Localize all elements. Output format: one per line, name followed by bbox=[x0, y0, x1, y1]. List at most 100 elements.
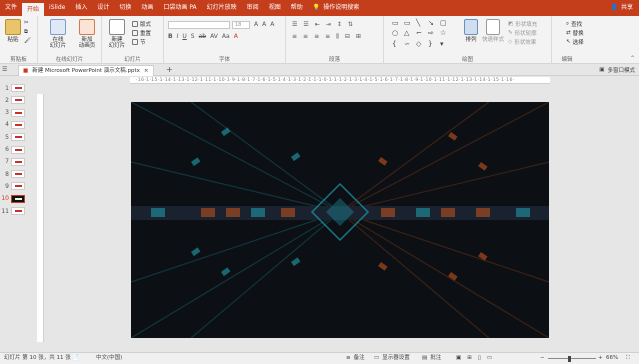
more-shapes-icon[interactable]: ▾ bbox=[440, 40, 450, 49]
rounded-rect-shape-icon[interactable]: ▢ bbox=[440, 19, 450, 28]
font-size-field[interactable]: 18 bbox=[232, 21, 250, 29]
shrink-font-icon[interactable]: A bbox=[262, 21, 266, 28]
spellcheck-icon[interactable]: 📄 bbox=[72, 353, 79, 364]
tab-4[interactable]: 设计 bbox=[92, 0, 114, 16]
multi-window-button[interactable]: ▣ 多窗口模式 bbox=[599, 66, 635, 74]
justify-icon[interactable]: ≡ bbox=[325, 33, 330, 41]
notes-button[interactable]: ≡ 备注 bbox=[346, 353, 365, 364]
quick-styles-button[interactable]: 快速样式 bbox=[480, 19, 506, 43]
tab-1[interactable]: 开始 bbox=[22, 3, 45, 16]
align-right-icon[interactable]: ≡ bbox=[314, 33, 319, 41]
rect-shape-icon[interactable]: ▭ bbox=[404, 19, 414, 28]
slide-thumbnail[interactable]: 8 bbox=[0, 168, 30, 180]
new-slide-button[interactable]: 新建 幻灯片 bbox=[105, 19, 129, 49]
close-tab-icon[interactable]: × bbox=[144, 66, 149, 76]
display-settings-button[interactable]: ▭ 显示器设置 bbox=[374, 353, 410, 364]
section-button[interactable]: 节 bbox=[132, 38, 146, 46]
right-arrow-shape-icon[interactable]: ⇨ bbox=[428, 29, 438, 38]
select-button[interactable]: ↖ 选择 bbox=[566, 38, 584, 46]
tab-9[interactable]: 审阅 bbox=[242, 0, 264, 16]
slide-thumbnail[interactable]: 2 bbox=[0, 94, 30, 106]
oval-shape-icon[interactable]: ○ bbox=[392, 29, 402, 38]
reading-view-icon[interactable]: ▯ bbox=[478, 353, 481, 364]
comments-button[interactable]: ▤ 批注 bbox=[422, 353, 441, 364]
zoom-in-icon[interactable]: + bbox=[598, 353, 603, 364]
arrow-shape-icon[interactable]: ↘ bbox=[428, 19, 438, 28]
numbering-icon[interactable]: ☰ bbox=[303, 21, 308, 28]
bold-icon[interactable]: B bbox=[168, 33, 173, 40]
slide-thumbnail[interactable]: 4 bbox=[0, 119, 30, 131]
line-spacing-icon[interactable]: ↕ bbox=[337, 21, 342, 28]
outline-view-icon[interactable]: ☰ bbox=[2, 66, 7, 73]
align-text-icon[interactable]: ⊟ bbox=[345, 33, 350, 41]
slide-thumbnail[interactable]: 11 bbox=[0, 205, 30, 217]
increase-indent-icon[interactable]: ⇥ bbox=[326, 21, 331, 28]
clear-format-icon[interactable]: A bbox=[270, 21, 274, 28]
tab-7[interactable]: 口袋动画 PA bbox=[158, 0, 201, 16]
bullets-icon[interactable]: ☰ bbox=[292, 21, 297, 28]
shadow-icon[interactable]: S bbox=[191, 33, 195, 40]
slide-canvas[interactable] bbox=[131, 102, 549, 338]
textbox-shape-icon[interactable]: ▭ bbox=[392, 19, 402, 28]
tab-3[interactable]: 插入 bbox=[70, 0, 92, 16]
paste-button[interactable]: 粘贴 bbox=[2, 19, 24, 43]
brace-right-shape-icon[interactable]: } bbox=[428, 40, 438, 49]
underline-icon[interactable]: U bbox=[182, 33, 186, 40]
document-tab[interactable]: ■ 新建 Microsoft PowerPoint 演示文稿.pptx × bbox=[18, 65, 154, 76]
tell-me-search[interactable]: 💡 操作说明搜索 bbox=[308, 0, 365, 16]
smartart-icon[interactable]: ⊞ bbox=[356, 33, 361, 41]
zoom-slider[interactable] bbox=[548, 358, 596, 359]
new-animation-page-button[interactable]: 新加 动画页 bbox=[74, 19, 100, 49]
new-tab-icon[interactable]: + bbox=[166, 65, 173, 75]
brace-shape-icon[interactable]: { bbox=[392, 40, 402, 49]
reset-button[interactable]: 重置 bbox=[132, 29, 151, 37]
line-shape-icon[interactable]: ╲ bbox=[416, 19, 426, 28]
zoom-level[interactable]: 66% bbox=[606, 353, 618, 364]
grow-font-icon[interactable]: A bbox=[254, 21, 258, 28]
find-button[interactable]: ⌕ 查找 bbox=[566, 20, 582, 29]
slide-thumbnail[interactable]: 5 bbox=[0, 131, 30, 143]
tab-0[interactable]: 文件 bbox=[0, 0, 22, 16]
copy-icon[interactable]: ⧉ bbox=[24, 29, 28, 36]
tab-5[interactable]: 切换 bbox=[114, 0, 136, 16]
align-left-icon[interactable]: ≡ bbox=[292, 33, 297, 41]
language-indicator[interactable]: 中文(中国) bbox=[96, 353, 122, 364]
fit-slide-icon[interactable]: ⛶ bbox=[626, 353, 630, 364]
zoom-out-icon[interactable]: − bbox=[540, 353, 545, 364]
slide-thumbnail[interactable]: 6 bbox=[0, 144, 30, 156]
online-slides-button[interactable]: 在线 幻灯片 bbox=[46, 19, 70, 49]
shape-outline-button[interactable]: ✎ 形状轮廓 bbox=[508, 29, 537, 37]
share-button[interactable]: 👤 共享 bbox=[611, 0, 634, 16]
connector-shape-icon[interactable]: ⌐ bbox=[416, 29, 426, 38]
align-center-icon[interactable]: ≡ bbox=[303, 33, 308, 41]
char-spacing-icon[interactable]: AV bbox=[210, 33, 218, 40]
shapes-gallery[interactable]: ▭ ▭ ╲ ↘ ▢ ○ △ ⌐ ⇨ ☆ { ∽ ◇ } ▾ bbox=[392, 19, 448, 49]
slide-thumbnail[interactable]: 7 bbox=[0, 156, 30, 168]
change-case-icon[interactable]: Aa bbox=[222, 33, 230, 40]
tab-11[interactable]: 帮助 bbox=[286, 0, 308, 16]
arrange-button[interactable]: 排列 bbox=[462, 19, 480, 43]
layout-button[interactable]: 版式 bbox=[132, 20, 151, 28]
cut-icon[interactable]: ✂ bbox=[24, 20, 29, 26]
tab-2[interactable]: iSlide bbox=[44, 0, 70, 16]
tab-10[interactable]: 视图 bbox=[264, 0, 286, 16]
replace-button[interactable]: ⇄ 替换 bbox=[566, 29, 584, 37]
normal-view-icon[interactable]: ▣ bbox=[456, 353, 461, 364]
font-color-icon[interactable]: A bbox=[234, 33, 238, 40]
slideshow-icon[interactable]: ▭ bbox=[487, 353, 492, 364]
callout-shape-icon[interactable]: ◇ bbox=[416, 40, 426, 49]
triangle-shape-icon[interactable]: △ bbox=[404, 29, 414, 38]
slide-thumbnail[interactable]: 10 bbox=[0, 193, 30, 205]
font-name-field[interactable] bbox=[168, 21, 230, 29]
italic-icon[interactable]: I bbox=[177, 33, 179, 40]
slide-thumbnail[interactable]: 9 bbox=[0, 180, 30, 192]
shape-effects-button[interactable]: ◇ 形状效果 bbox=[508, 38, 536, 46]
star-shape-icon[interactable]: ☆ bbox=[440, 29, 450, 38]
slide-sorter-icon[interactable]: ⊞ bbox=[467, 353, 472, 364]
tab-6[interactable]: 动画 bbox=[136, 0, 158, 16]
text-direction-icon[interactable]: ⇅ bbox=[348, 21, 353, 28]
curve-shape-icon[interactable]: ∽ bbox=[404, 40, 414, 49]
strikethrough-icon[interactable]: ab bbox=[199, 33, 207, 40]
format-painter-icon[interactable]: 🖌 bbox=[24, 38, 31, 44]
decrease-indent-icon[interactable]: ⇤ bbox=[315, 21, 320, 28]
